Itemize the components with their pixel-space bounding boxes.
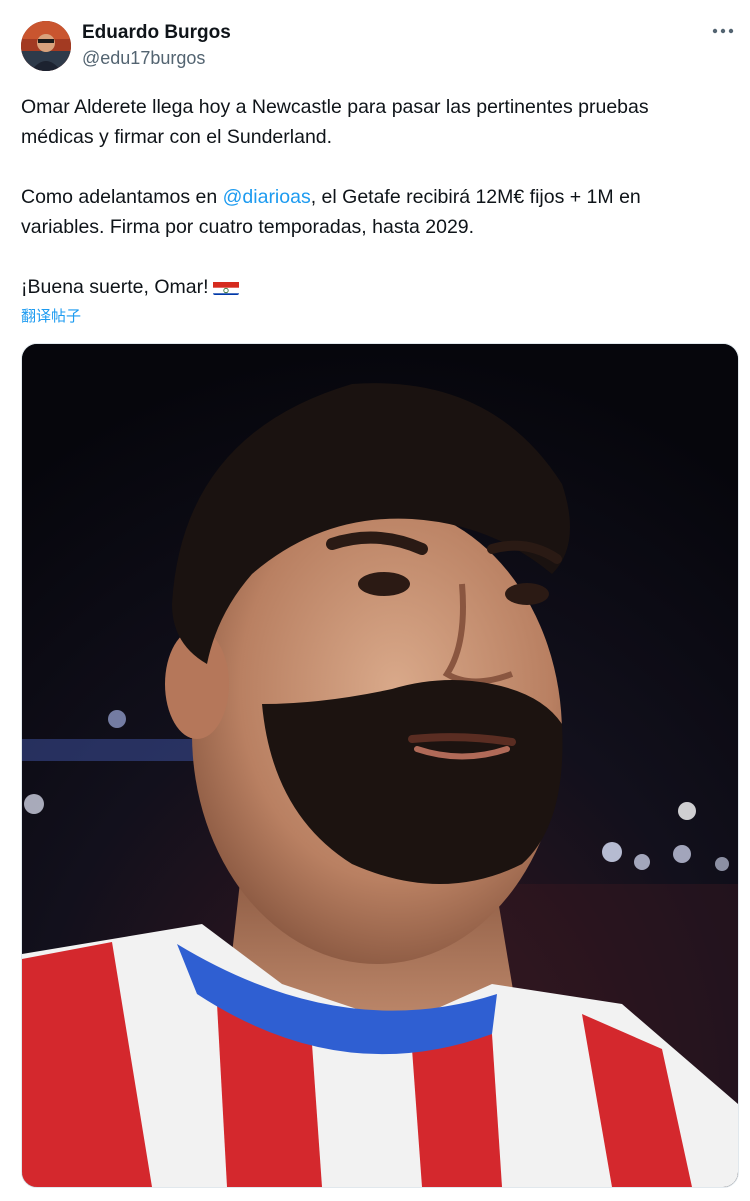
mention-link[interactable]: @diarioas (223, 186, 311, 208)
translate-post-link[interactable]: 翻译帖子 (21, 305, 81, 326)
author-avatar[interactable] (21, 21, 71, 71)
tweet-text: Omar Alderete llega hoy a Newcastle para… (21, 92, 726, 302)
tweet-paragraph-3-text: ¡Buena suerte, Omar! (21, 276, 209, 298)
footballer-photo (22, 344, 738, 1187)
tweet-card: Eduardo Burgos @edu17burgos Omar Alderet… (0, 0, 750, 1201)
tweet-paragraph-2: Como adelantamos en @diarioas, el Getafe… (21, 182, 726, 242)
author-handle[interactable]: @edu17burgos (82, 48, 205, 69)
tweet-paragraph-3: ¡Buena suerte, Omar! (21, 272, 726, 302)
more-options-button[interactable] (710, 18, 736, 44)
avatar-icon (21, 21, 71, 71)
tweet-photo[interactable] (21, 343, 739, 1188)
paraguay-flag-icon (212, 278, 239, 295)
author-name[interactable]: Eduardo Burgos (82, 22, 231, 44)
tweet-paragraph-2-start: Como adelantamos en (21, 186, 223, 208)
more-dots-icon (712, 28, 734, 34)
tweet-paragraph-1: Omar Alderete llega hoy a Newcastle para… (21, 96, 649, 148)
